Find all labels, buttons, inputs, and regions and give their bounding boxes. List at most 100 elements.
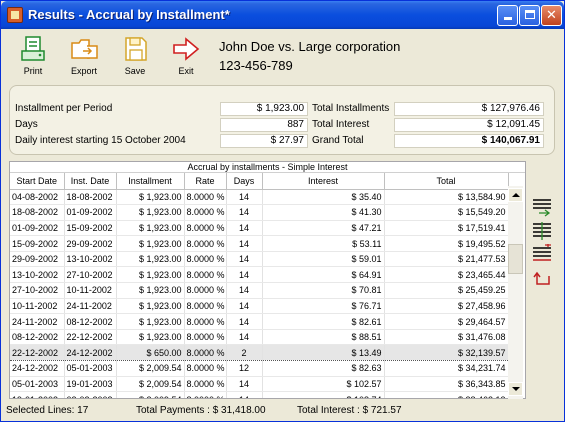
cell-interest: $ 47.21 [262,220,385,237]
cell-days: 14 [226,298,263,315]
cell-days: 14 [226,251,263,268]
cell-days: 14 [226,376,263,393]
title-bar[interactable]: Results - Accrual by Installment* ✕ [1,1,564,29]
case-name: John Doe vs. Large corporation [219,39,401,54]
table-row[interactable]: 18-08-2002 01-09-2002 $ 1,923.00 8.0000 % 14… [10,204,509,221]
cell-rate: 8.0000 % [184,235,227,252]
col-inst-date[interactable]: Inst. Date [64,173,117,190]
cell-total: $ 38,462.13 [384,391,509,398]
col-rate[interactable]: Rate [184,173,227,190]
cell-total: $ 34,231.74 [384,360,509,377]
table-row[interactable]: 04-08-2002 18-08-2002 $ 1,923.00 8.0000 % 14… [10,189,509,206]
col-days[interactable]: Days [226,173,263,190]
cell-days: 14 [226,313,263,330]
cell-start-date: 19-01-2003 [10,391,65,398]
exit-button[interactable]: Exit [164,35,208,81]
table-row[interactable]: 24-11-2002 08-12-2002 $ 1,923.00 8.0000 % 14… [10,313,509,330]
cell-installment: $ 2,009.54 [116,360,185,377]
list-merge-button[interactable] [531,220,553,242]
cell-inst-date: 08-12-2002 [64,313,117,330]
cell-installment: $ 2,009.54 [116,376,185,393]
table-header-row: Start Date Inst. Date Installment Rate D… [10,173,509,190]
table-row[interactable]: 22-12-2002 24-12-2002 $ 650.00 8.0000 % 2 $ 1… [10,344,509,362]
cell-inst-date: 05-01-2003 [64,360,117,377]
cell-interest: $ 35.40 [262,189,385,206]
list-down-icon [533,199,551,217]
summary-panel: Installment per Period $ 1,923.00 Days 8… [9,85,555,155]
table-row[interactable]: 13-10-2002 27-10-2002 $ 1,923.00 8.0000 % 14… [10,266,509,284]
print-label: Print [23,66,43,76]
cell-days: 14 [226,235,263,252]
cell-total: $ 15,549.20 [384,204,509,221]
cell-installment: $ 1,923.00 [116,282,185,299]
print-button[interactable]: Print [11,35,55,81]
cell-interest: $ 59.01 [262,251,385,268]
export-button[interactable]: Export [62,35,106,81]
cell-inst-date: 19-01-2003 [64,376,117,393]
cell-rate: 8.0000 % [184,282,227,299]
app-icon [7,7,23,23]
maximize-button[interactable] [519,5,540,26]
total-installments-label: Total Installments [312,103,390,114]
col-interest[interactable]: Interest [262,173,385,190]
print-icon [18,35,48,63]
list-undo-button[interactable] [531,268,553,290]
col-start-date[interactable]: Start Date [10,173,65,190]
scroll-thumb[interactable] [508,244,523,274]
cell-rate: 8.0000 % [184,266,227,284]
table-vertical-scrollbar[interactable] [508,186,523,399]
list-undo-icon [533,271,550,285]
table-row[interactable]: 10-11-2002 24-11-2002 $ 1,923.00 8.0000 % 14… [10,298,509,315]
status-selected-lines: Selected Lines: 17 [6,405,89,416]
cell-installment: $ 1,923.00 [116,266,185,284]
table-row[interactable]: 08-12-2002 22-12-2002 $ 1,923.00 8.0000 % 14… [10,329,509,346]
cell-interest: $ 102.57 [262,376,385,393]
cell-rate: 8.0000 % [184,360,227,377]
cell-interest: $ 76.71 [262,298,385,315]
installment-per-period-label: Installment per Period [15,103,113,114]
cell-days: 2 [226,344,263,362]
cell-rate: 8.0000 % [184,204,227,221]
list-add-button[interactable] [531,244,553,266]
cell-interest: $ 13.49 [262,344,385,362]
scroll-down-arrow-icon[interactable] [508,382,523,396]
table-title: Accrual by installments - Simple Interes… [10,162,525,173]
accrual-table[interactable]: Accrual by installments - Simple Interes… [9,161,526,399]
cell-start-date: 18-08-2002 [10,204,65,221]
cell-rate: 8.0000 % [184,391,227,398]
table-row[interactable]: 19-01-200302-02-2003$ 2,009.548.0000 %14… [10,391,509,398]
cell-installment: $ 1,923.00 [116,189,185,206]
total-interest-label: Total Interest [312,119,370,130]
table-row[interactable]: 24-12-2002 05-01-2003 $ 2,009.54 8.0000 % 12… [10,360,509,377]
accrual-grid: Start Date Inst. Date Installment Rate D… [10,173,509,398]
scroll-up-arrow-icon[interactable] [508,188,523,202]
cell-interest: $ 41.30 [262,204,385,221]
cell-installment: $ 1,923.00 [116,204,185,221]
cell-inst-date: 24-12-2002 [64,344,117,362]
cell-interest: $ 70.81 [262,282,385,299]
grand-total-value: $ 140,067.91 [394,134,544,148]
cell-installment: $ 1,923.00 [116,251,185,268]
cell-start-date: 15-09-2002 [10,235,65,252]
cell-interest: $ 53.11 [262,235,385,252]
daily-interest-label: Daily interest starting 15 October 2004 [15,135,186,146]
list-down-button[interactable] [531,196,553,218]
case-number: 123-456-789 [219,58,293,73]
table-row[interactable]: 27-10-2002 10-11-2002 $ 1,923.00 8.0000 % 14… [10,282,509,299]
table-row[interactable]: 05-01-2003 19-01-2003 $ 2,009.54 8.0000 % 14… [10,376,509,393]
table-row[interactable]: 01-09-2002 15-09-2002 $ 1,923.00 8.0000 % 14… [10,220,509,237]
col-total[interactable]: Total [384,173,509,190]
table-row[interactable]: 15-09-2002 29-09-2002 $ 1,923.00 8.0000 % 14… [10,235,509,252]
cell-inst-date: 13-10-2002 [64,251,117,268]
table-row[interactable]: 29-09-2002 13-10-2002 $ 1,923.00 8.0000 % 14… [10,251,509,268]
cell-start-date: 13-10-2002 [10,266,65,284]
list-add-icon [533,244,551,261]
save-button[interactable]: Save [113,35,157,81]
exit-arrow-icon [171,35,201,63]
cell-start-date: 08-12-2002 [10,329,65,346]
cell-total: $ 13,584.90 [384,189,509,206]
col-installment[interactable]: Installment [116,173,185,190]
minimize-button[interactable] [497,5,518,26]
close-button[interactable]: ✕ [541,5,562,26]
cell-days: 14 [226,220,263,237]
